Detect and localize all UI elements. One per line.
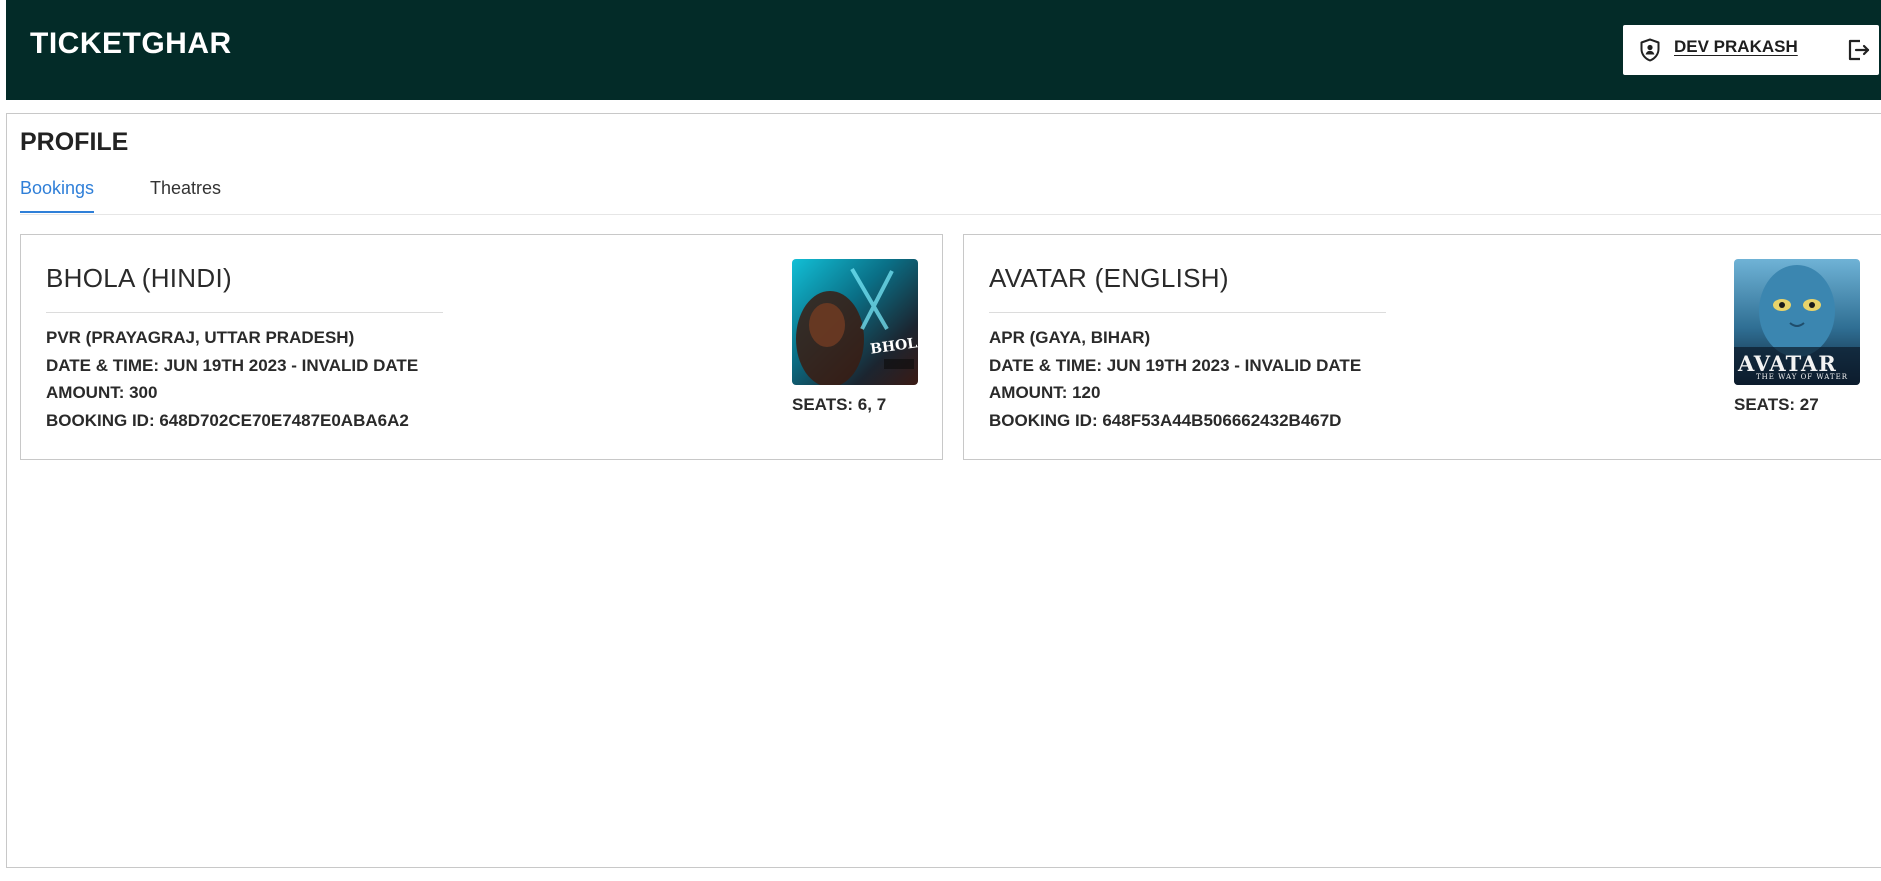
booking-card: BHOLA (HINDI) PVR (PRAYAGRAJ, UTTAR PRAD… bbox=[20, 234, 943, 460]
brand-logo[interactable]: TICKETGHAR bbox=[30, 27, 232, 61]
booking-seats: SEATS: 6, 7 bbox=[792, 395, 887, 414]
profile-panel: PROFILE Bookings Theatres BHOLA (HINDI) … bbox=[6, 113, 1881, 868]
booking-seats: SEATS: 27 bbox=[1734, 395, 1819, 414]
tab-theatres[interactable]: Theatres bbox=[150, 178, 221, 199]
theatre-name: PVR (PRAYAGRAJ, UTTAR PRADESH) bbox=[46, 328, 355, 347]
booking-amount: AMOUNT: 300 bbox=[46, 383, 158, 402]
user-menu[interactable]: DEV PRAKASH bbox=[1623, 25, 1879, 75]
booking-id: BOOKING ID: 648F53A44B506662432B467D bbox=[989, 411, 1342, 430]
movie-title: AVATAR (ENGLISH) bbox=[989, 263, 1229, 293]
poster-art bbox=[796, 267, 914, 385]
booking-amount: AMOUNT: 120 bbox=[989, 383, 1101, 402]
logout-icon[interactable] bbox=[1845, 37, 1871, 63]
movie-poster: AVATAR THE WAY OF WATER bbox=[1734, 259, 1860, 385]
user-name-link[interactable]: DEV PRAKASH bbox=[1674, 37, 1798, 57]
divider bbox=[989, 312, 1386, 313]
tab-bookings[interactable]: Bookings bbox=[20, 178, 95, 213]
booking-datetime: DATE & TIME: JUN 19TH 2023 - INVALID DAT… bbox=[46, 356, 419, 375]
booking-card: AVATAR (ENGLISH) APR (GAYA, BIHAR) DATE … bbox=[963, 234, 1881, 460]
top-header: TICKETGHAR DEV PRAKASH bbox=[6, 0, 1881, 100]
poster-subtitle-text: THE WAY OF WATER bbox=[1756, 373, 1848, 381]
booking-datetime: DATE & TIME: JUN 19TH 2023 - INVALID DAT… bbox=[989, 356, 1362, 375]
booking-id: BOOKING ID: 648D702CE70E7487E0ABA6A2 bbox=[46, 411, 409, 430]
movie-poster: BHOLAA bbox=[792, 259, 918, 385]
shield-user-icon bbox=[1640, 38, 1660, 62]
divider bbox=[46, 312, 443, 313]
movie-title: BHOLA (HINDI) bbox=[46, 263, 232, 293]
page-title: PROFILE bbox=[20, 128, 129, 156]
profile-tabs: Bookings Theatres bbox=[20, 174, 1881, 215]
theatre-name: APR (GAYA, BIHAR) bbox=[989, 328, 1151, 347]
